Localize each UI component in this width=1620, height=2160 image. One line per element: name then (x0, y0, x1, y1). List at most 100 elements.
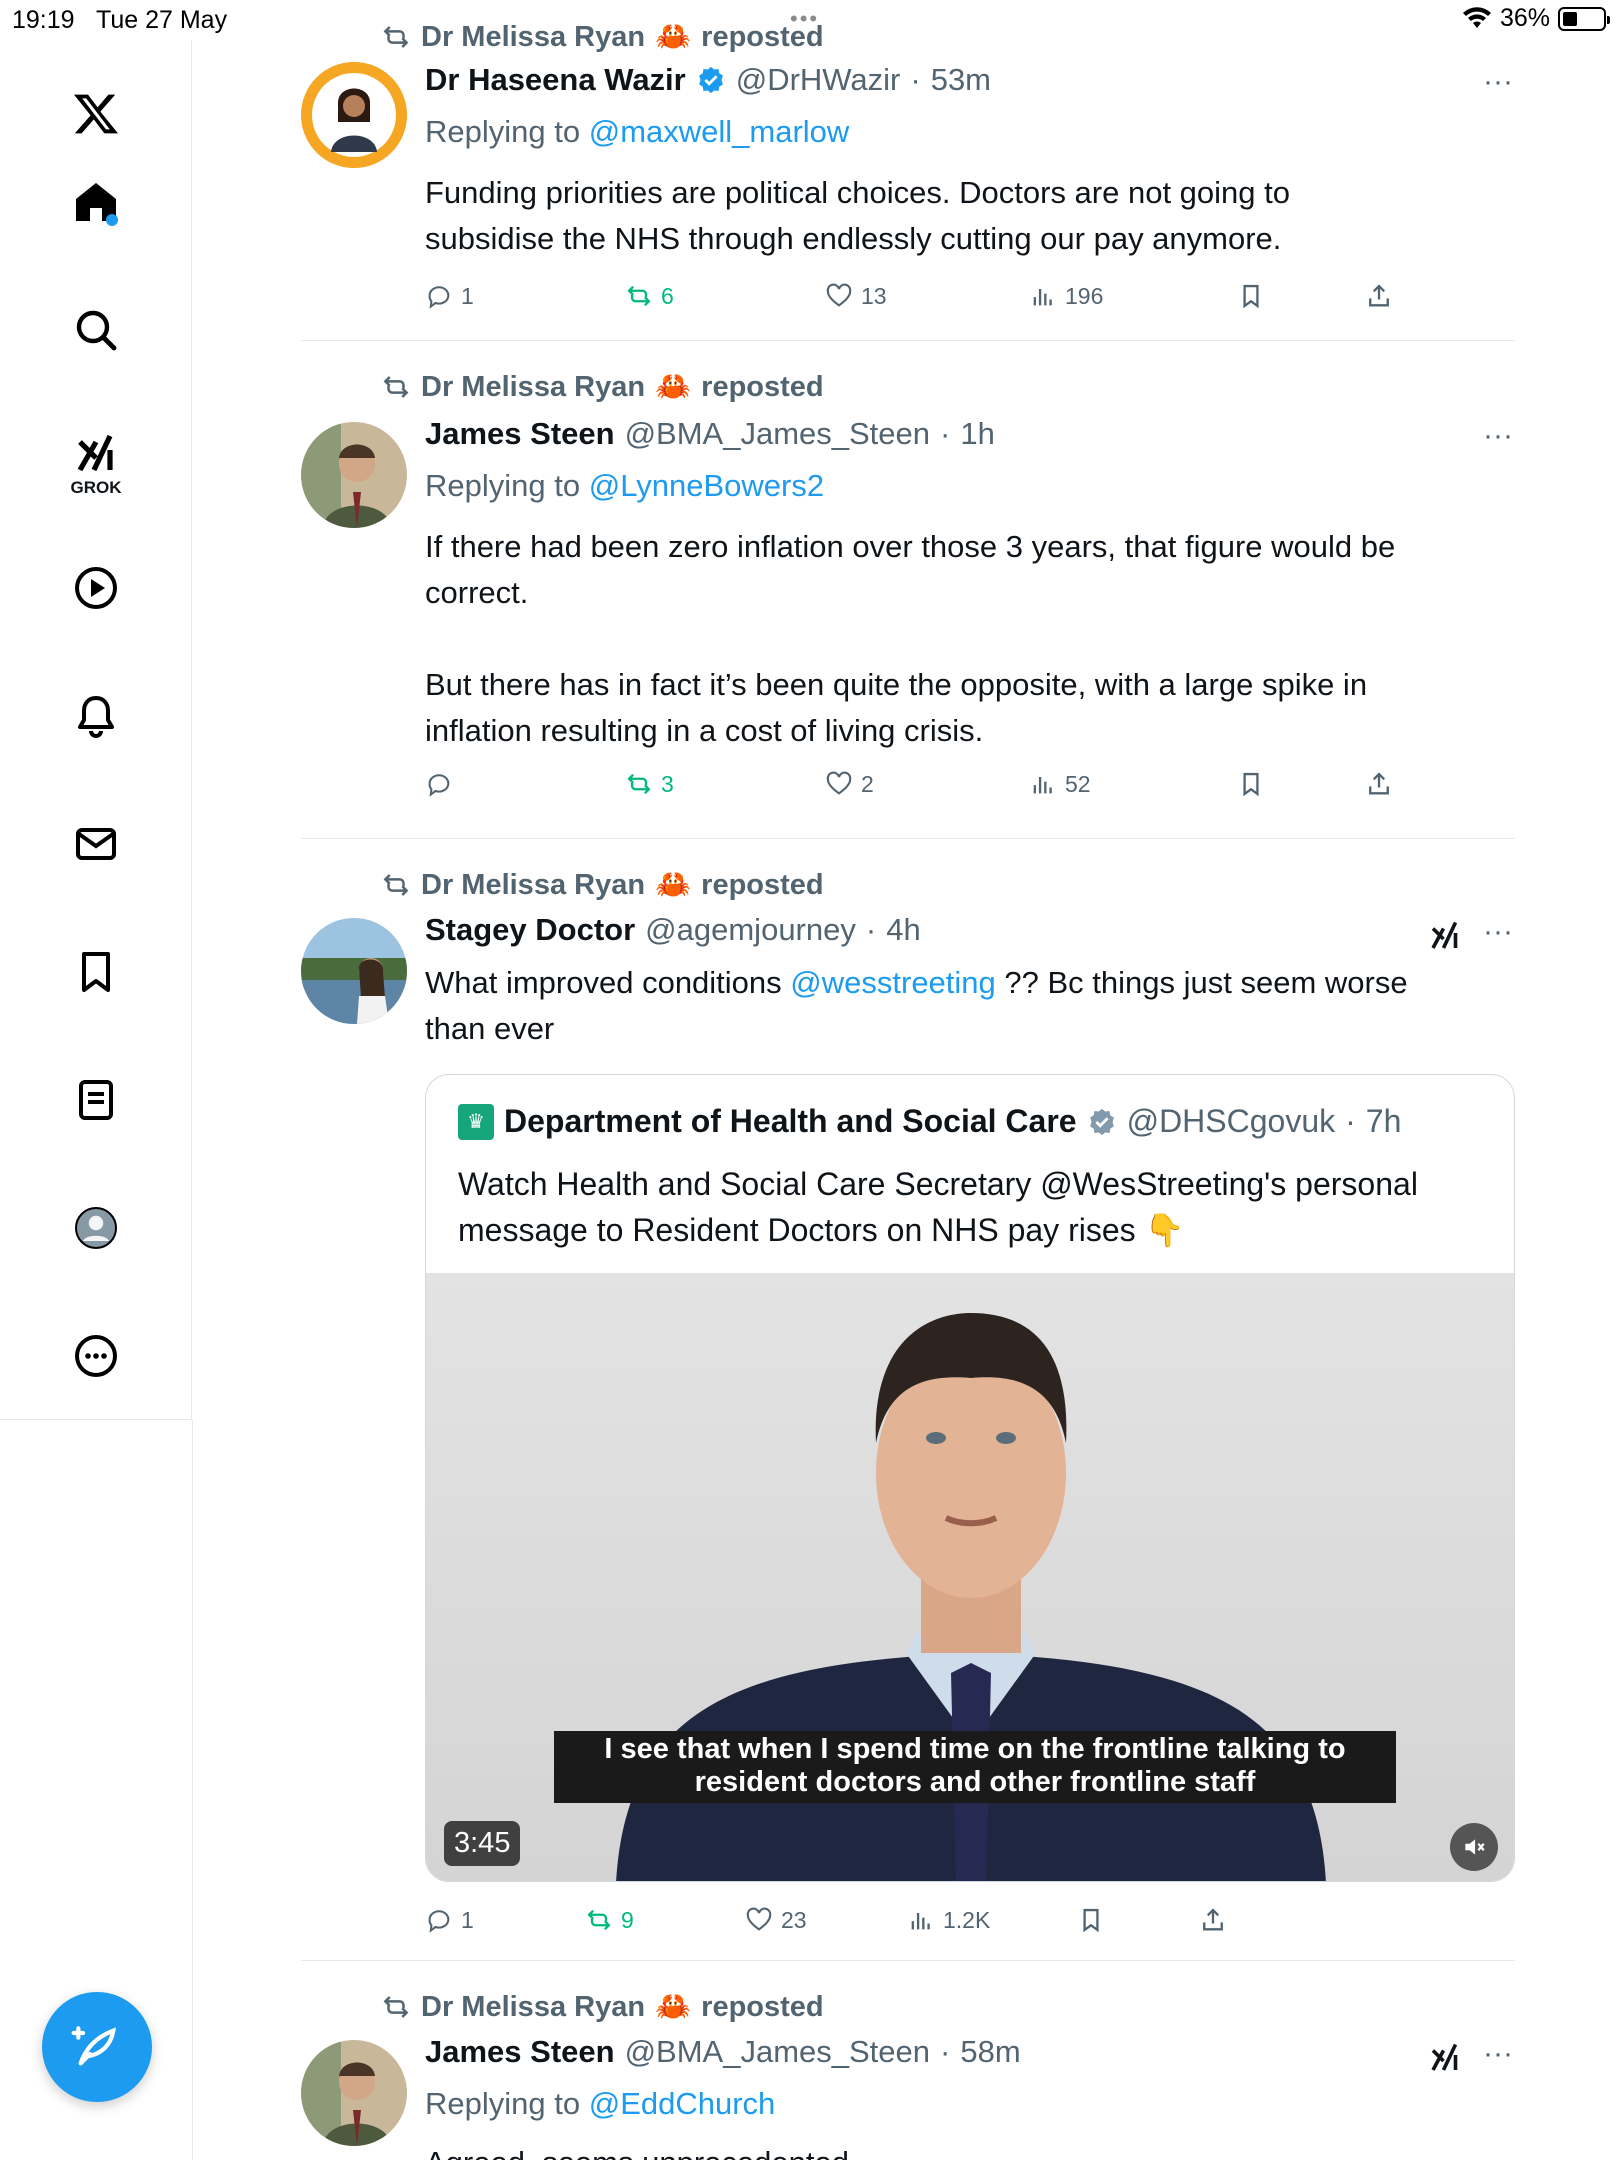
repost-author[interactable]: Dr Melissa Ryan (421, 1991, 645, 2024)
repost-author[interactable]: Dr Melissa Ryan (421, 869, 645, 902)
more-icon[interactable] (68, 1328, 124, 1384)
author-handle[interactable]: @BMA_James_Steen (625, 2034, 930, 2070)
mail-icon[interactable] (68, 816, 124, 872)
avatar[interactable] (301, 62, 407, 168)
post-time[interactable]: 53m (931, 62, 991, 98)
post-actions: 1 9 23 1.2K (425, 1906, 1425, 1946)
reply-button[interactable]: 1 (425, 1906, 474, 1934)
share-button[interactable] (1365, 282, 1393, 310)
status-time: 19:19 (12, 6, 75, 34)
post-james-steen-1[interactable]: Dr Melissa Ryan 🦀 reposted James Steen @… (301, 370, 1515, 830)
repost-author[interactable]: Dr Melissa Ryan (421, 21, 645, 54)
avatar[interactable] (301, 2040, 407, 2146)
separator: · (865, 912, 877, 947)
share-icon (1369, 284, 1389, 307)
separator: · (940, 2034, 951, 2069)
post-text-line: inflation resulting in a cost of living … (425, 713, 984, 748)
replying-prefix: Replying to (425, 2086, 581, 2121)
reply-mention-link[interactable]: @EddChurch (589, 2086, 776, 2121)
mute-button[interactable] (1450, 1823, 1498, 1871)
like-button[interactable]: 2 (825, 770, 874, 798)
video-player[interactable]: I see that when I spend time on the fron… (426, 1273, 1514, 1881)
repost-button[interactable]: 6 (625, 282, 674, 310)
views-button[interactable]: 1.2K (907, 1906, 990, 1934)
quote-time[interactable]: 7h (1366, 1103, 1402, 1140)
bookmark-button[interactable] (1237, 770, 1265, 798)
quote-text-line: message to Resident Doctors on NHS pay r… (458, 1212, 1185, 1248)
compose-button[interactable] (42, 1992, 152, 2102)
reply-button[interactable] (425, 770, 461, 798)
repost-indicator: Dr Melissa Ryan 🦀 reposted (381, 868, 824, 902)
repost-button[interactable]: 3 (625, 770, 674, 798)
more-options-icon[interactable]: ··· (1481, 917, 1515, 956)
author-name[interactable]: Stagey Doctor (425, 912, 635, 948)
post-james-steen-2[interactable]: Dr Melissa Ryan 🦀 reposted James Steen @… (301, 1990, 1515, 2160)
repost-author[interactable]: Dr Melissa Ryan (421, 371, 645, 404)
quote-author-name[interactable]: Department of Health and Social Care (504, 1103, 1077, 1140)
author-name[interactable]: James Steen (425, 2034, 615, 2070)
like-button[interactable]: 13 (825, 282, 887, 310)
quote-text: Watch Health and Social Care Secretary @… (458, 1161, 1488, 1253)
post-stagey-doctor[interactable]: Dr Melissa Ryan 🦀 reposted Stagey Doctor… (301, 868, 1515, 1948)
mention-link[interactable]: @wesstreeting (790, 965, 996, 1000)
grok-explain-icon[interactable] (1427, 2040, 1463, 2076)
author-handle[interactable]: @BMA_James_Steen (625, 416, 930, 452)
repost-icon (383, 1996, 409, 2018)
replying-prefix: Replying to (425, 114, 581, 149)
post-text-line: Funding priorities are political choices… (425, 175, 1291, 210)
quoted-post[interactable]: ♛ Department of Health and Social Care @… (425, 1074, 1515, 1882)
post-text-partial: Agreed, seems unprecedented (425, 2140, 1515, 2160)
volume-muted-icon (1465, 1839, 1485, 1855)
share-button[interactable] (1199, 1906, 1227, 1934)
author-name[interactable]: James Steen (425, 416, 615, 452)
like-button[interactable]: 23 (745, 1906, 807, 1934)
lists-icon[interactable] (68, 1072, 124, 1128)
verified-grey-badge-icon (1089, 1108, 1114, 1135)
bookmark-button[interactable] (1077, 1906, 1105, 1934)
video-duration: 3:45 (444, 1821, 521, 1866)
video-icon[interactable] (68, 560, 124, 616)
reply-button[interactable]: 1 (425, 282, 474, 310)
x-logo-icon[interactable] (68, 86, 124, 142)
post-actions: 3 2 52 (425, 770, 1425, 810)
repost-button[interactable]: 9 (585, 1906, 634, 1934)
bookmark-icon[interactable] (68, 944, 124, 1000)
timeline-feed: Dr Melissa Ryan 🦀 reposted Dr Haseena Wa… (193, 0, 1620, 2160)
more-options-icon[interactable]: ··· (1481, 67, 1515, 106)
reply-mention-link[interactable]: @maxwell_marlow (589, 114, 850, 149)
notification-dot (106, 214, 118, 226)
crown-logo-icon: ♛ (458, 1103, 494, 1140)
search-icon[interactable] (68, 302, 124, 358)
reply-mention-link[interactable]: @LynneBowers2 (589, 468, 824, 503)
share-button[interactable] (1365, 770, 1393, 798)
post-header: Dr Haseena Wazir @DrHWazir · 53m (425, 62, 991, 98)
post-text: What improved conditions @wesstreeting ?… (425, 960, 1515, 1052)
author-handle[interactable]: @agemjourney (645, 912, 856, 948)
quote-author-handle[interactable]: @DHSCgovuk (1127, 1103, 1336, 1140)
views-button[interactable]: 196 (1029, 282, 1103, 310)
post-time[interactable]: 4h (886, 912, 920, 948)
author-name[interactable]: Dr Haseena Wazir (425, 62, 686, 98)
post-time[interactable]: 1h (960, 416, 994, 452)
repost-icon (627, 285, 651, 307)
grok-label: GROK (70, 478, 122, 497)
post-time[interactable]: 58m (960, 2034, 1020, 2070)
separator: · (910, 62, 921, 97)
repost-icon (627, 773, 651, 795)
subtitle-line: I see that when I spend time on the fron… (604, 1733, 1346, 1765)
avatar[interactable] (301, 422, 407, 528)
author-handle[interactable]: @DrHWazir (736, 62, 901, 98)
avatar[interactable] (301, 918, 407, 1024)
grok-icon[interactable] (68, 426, 124, 482)
more-options-icon[interactable]: ··· (1481, 421, 1515, 460)
profile-icon[interactable] (68, 1200, 124, 1256)
bookmark-button[interactable] (1237, 282, 1265, 310)
more-options-icon[interactable]: ··· (1481, 2039, 1515, 2078)
post-text-line: correct. (425, 575, 529, 610)
views-button[interactable]: 52 (1029, 770, 1091, 798)
grok-explain-icon[interactable] (1427, 918, 1463, 954)
repost-indicator: Dr Melissa Ryan 🦀 reposted (381, 370, 824, 404)
crab-emoji: 🦀 (655, 869, 692, 901)
post-haseena-wazir[interactable]: Dr Melissa Ryan 🦀 reposted Dr Haseena Wa… (301, 18, 1515, 338)
bell-icon[interactable] (68, 688, 124, 744)
